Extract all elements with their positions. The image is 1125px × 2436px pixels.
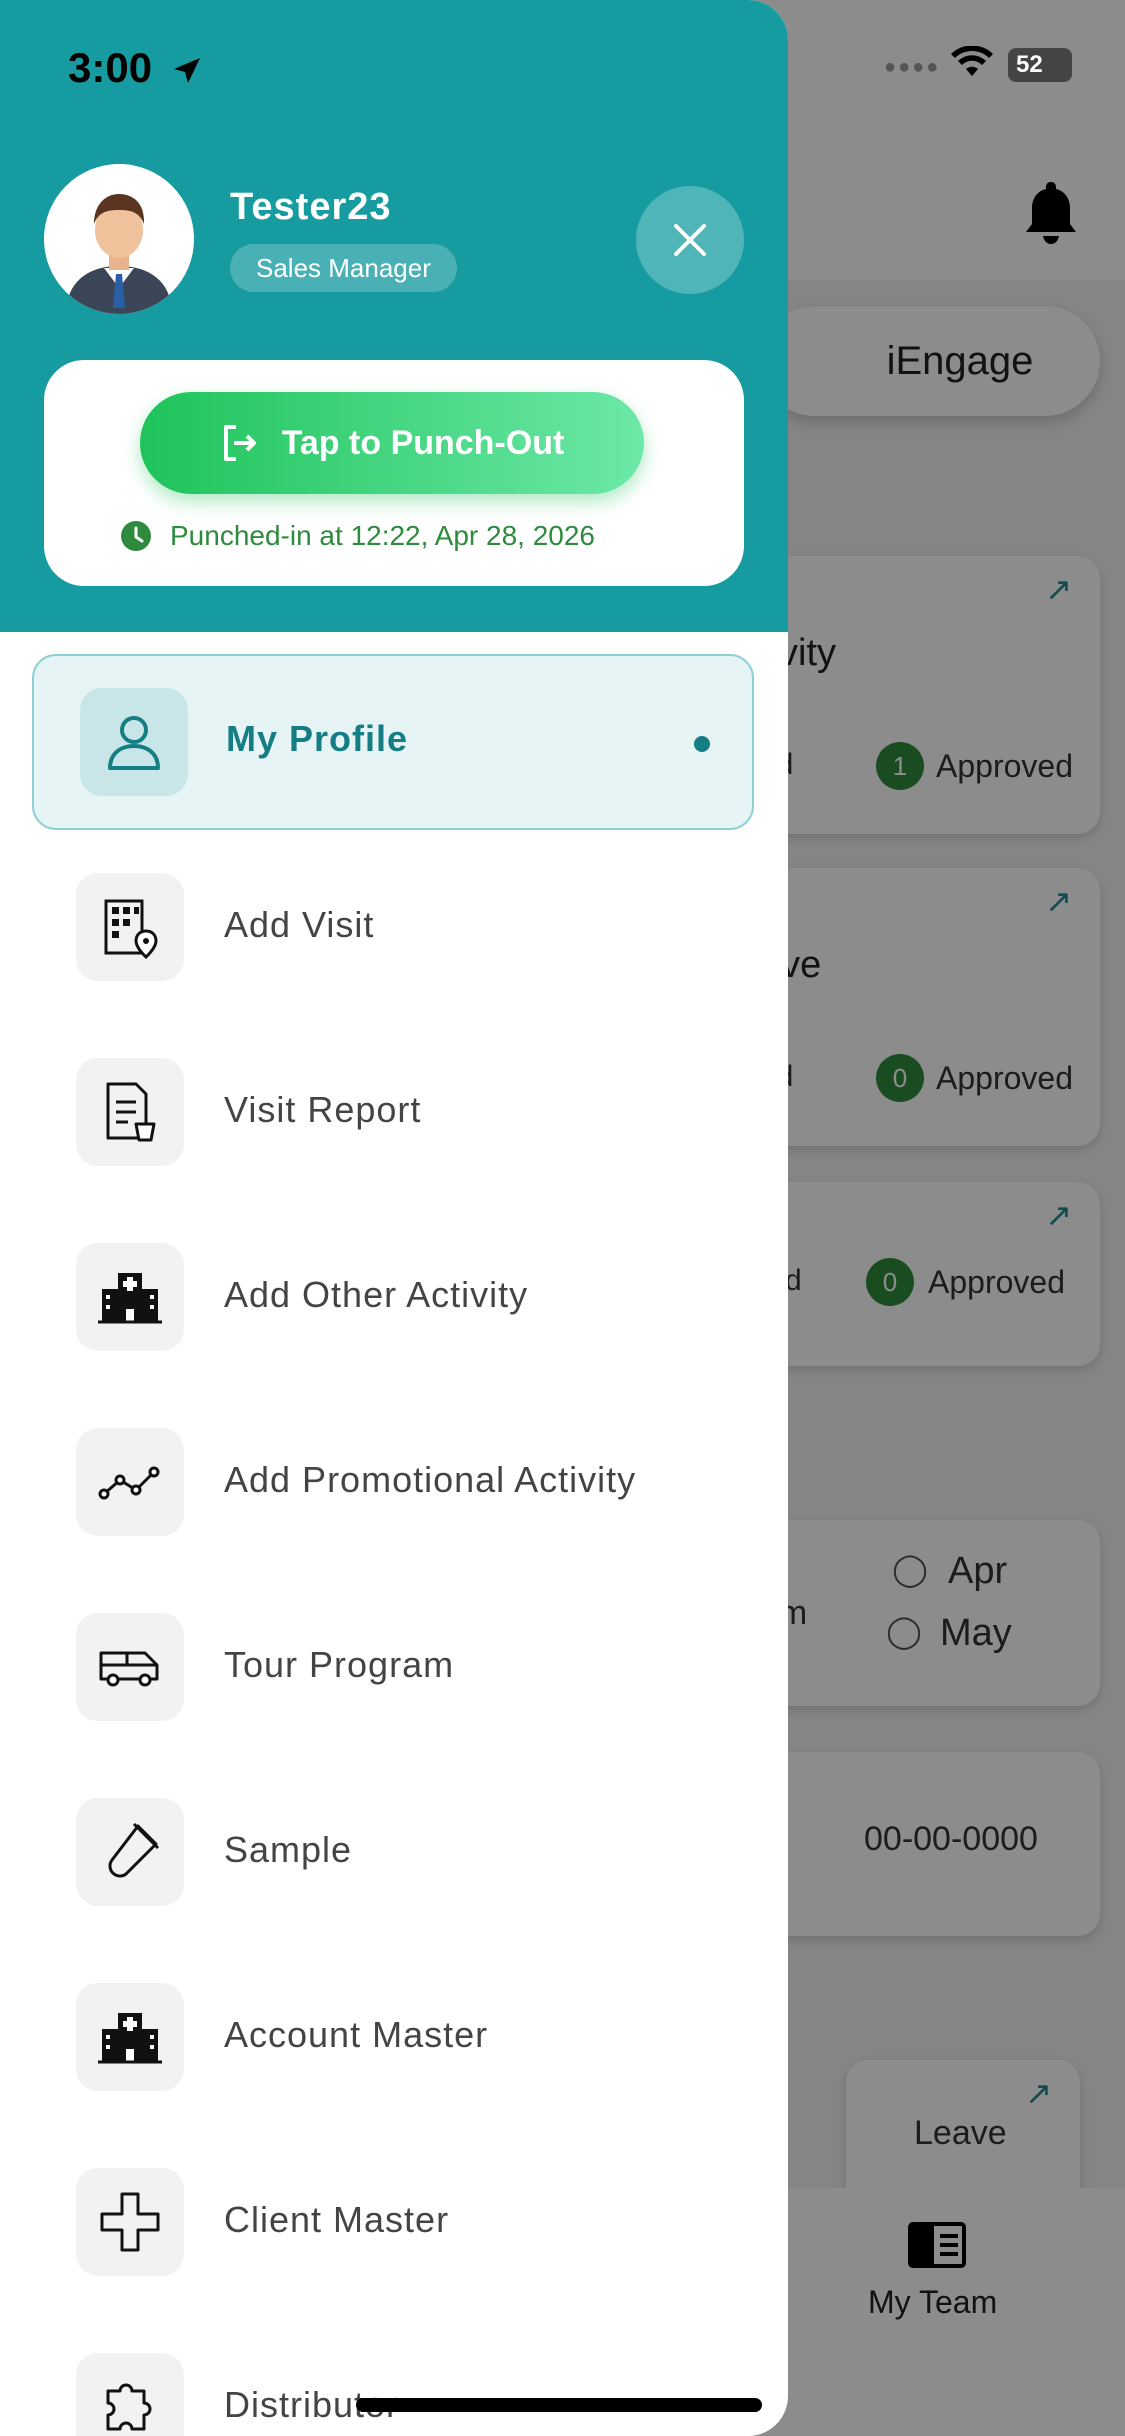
menu-label: My Profile xyxy=(226,718,409,759)
hospital-icon xyxy=(98,1273,162,1324)
menu-item-account-master[interactable]: Account Master xyxy=(0,1962,788,2122)
icon-box xyxy=(80,688,188,796)
icon-box xyxy=(76,1613,184,1721)
trend-line-icon xyxy=(98,1466,160,1500)
punch-out-label: Tap to Punch-Out xyxy=(281,423,565,462)
icon-box xyxy=(76,1428,184,1536)
icon-box xyxy=(76,2353,184,2436)
puzzle-icon xyxy=(106,2383,152,2431)
menu-item-tour-program[interactable]: Tour Program xyxy=(0,1592,788,1752)
menu-label: Add Promotional Activity xyxy=(224,1459,637,1500)
drawer-header: 3:00 Tester23 Sales Manager Tap to Punch… xyxy=(0,0,788,632)
menu-item-distributor[interactable]: Distributor xyxy=(0,2332,788,2436)
signal-icon: ●●●● xyxy=(884,56,941,78)
avatar[interactable] xyxy=(44,164,194,314)
van-icon xyxy=(99,1651,159,1687)
icon-box xyxy=(76,1983,184,2091)
menu-label: Add Other Activity xyxy=(224,1274,529,1315)
active-indicator-dot xyxy=(694,736,710,752)
status-bar-right: ●●●● 52 xyxy=(884,46,1084,86)
report-icon xyxy=(106,1082,156,1142)
hospital-icon xyxy=(98,2013,162,2064)
plus-icon xyxy=(100,2192,160,2252)
menu-item-sample[interactable]: Sample xyxy=(0,1777,788,1937)
wifi-icon xyxy=(951,46,993,76)
menu-label: Account Master xyxy=(224,2014,489,2055)
menu-label: Client Master xyxy=(224,2199,450,2240)
menu-label: Visit Report xyxy=(224,1089,422,1130)
icon-box xyxy=(76,873,184,981)
menu-item-add-other-activity[interactable]: Add Other Activity xyxy=(0,1222,788,1382)
clock-icon xyxy=(121,521,151,551)
location-arrow-icon xyxy=(173,57,200,83)
punch-in-text: Punched-in at 12:22, Apr 28, 2026 xyxy=(170,520,595,551)
icon-box xyxy=(76,1798,184,1906)
menu-item-visit-report[interactable]: Visit Report xyxy=(0,1037,788,1197)
side-drawer: 3:00 Tester23 Sales Manager Tap to Punch… xyxy=(0,0,788,2436)
menu-item-my-profile[interactable]: My Profile xyxy=(32,654,754,830)
icon-box xyxy=(76,1058,184,1166)
menu-label: Add Visit xyxy=(224,904,375,945)
punch-in-info: Punched-in at 12:22, Apr 28, 2026 xyxy=(120,520,595,552)
logout-icon xyxy=(223,425,256,461)
icon-box xyxy=(76,2168,184,2276)
user-role-badge: Sales Manager xyxy=(230,244,457,292)
test-tube-icon xyxy=(108,1822,160,1878)
home-indicator xyxy=(356,2398,762,2412)
close-drawer-button[interactable] xyxy=(636,186,744,294)
close-icon xyxy=(674,224,706,256)
punch-out-button[interactable]: Tap to Punch-Out xyxy=(140,392,644,494)
battery-icon: 52 xyxy=(1008,48,1072,82)
icon-box xyxy=(76,1243,184,1351)
menu-item-add-visit[interactable]: Add Visit xyxy=(0,852,788,1012)
building-location-icon xyxy=(104,899,158,959)
user-name: Tester23 xyxy=(230,186,392,228)
status-time: 3:00 xyxy=(68,44,202,92)
menu-item-client-master[interactable]: Client Master xyxy=(0,2147,788,2307)
menu-item-add-promotional-activity[interactable]: Add Promotional Activity xyxy=(0,1407,788,1567)
menu-label: Sample xyxy=(224,1829,353,1870)
punch-card: Tap to Punch-Out Punched-in at 12:22, Ap… xyxy=(44,360,744,586)
menu-label: Tour Program xyxy=(224,1644,455,1685)
person-icon xyxy=(108,716,160,770)
user-avatar-icon xyxy=(44,164,194,314)
